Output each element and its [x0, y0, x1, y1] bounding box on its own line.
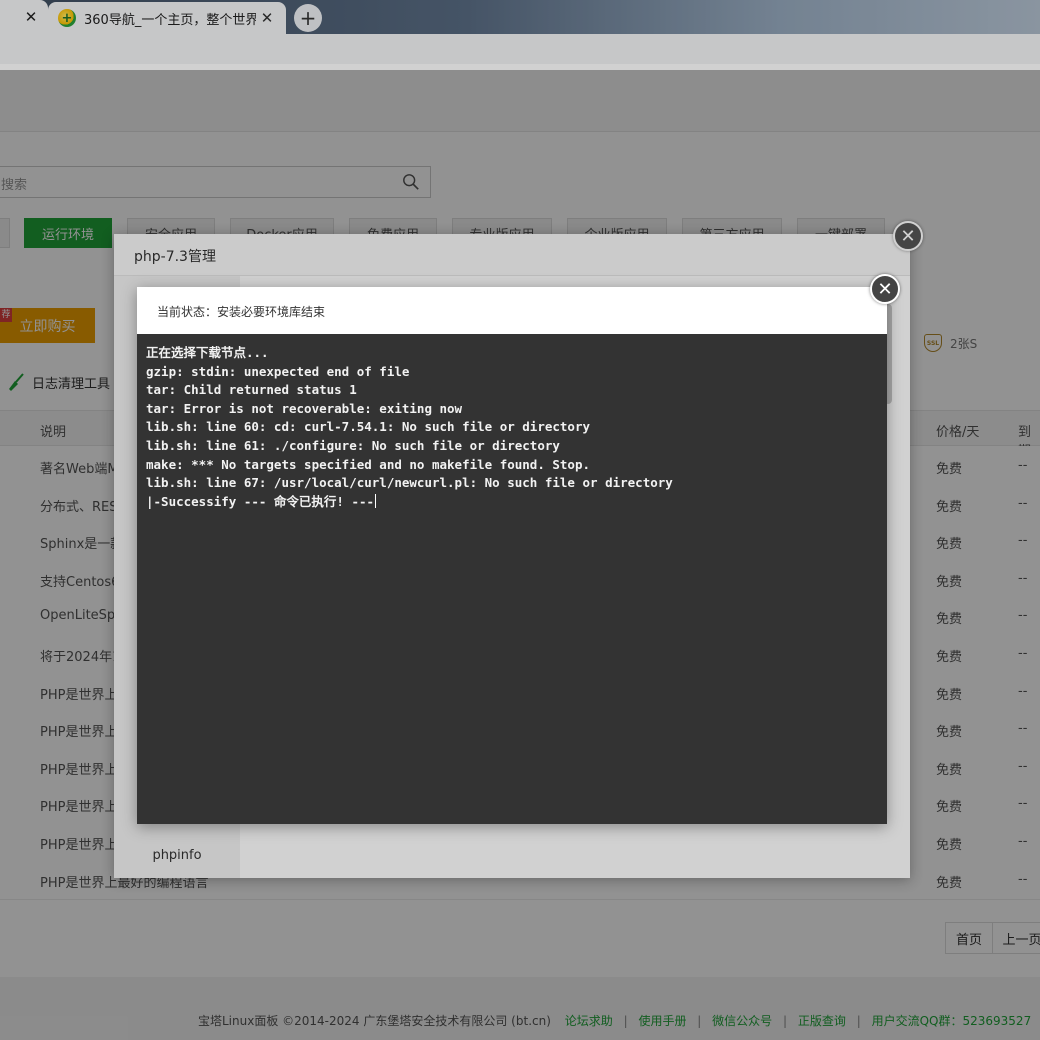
- log-line: |-Successify --- 命令已执行! ---: [146, 493, 377, 509]
- log-line: make: *** No targets specified and no ma…: [146, 456, 591, 472]
- close-icon[interactable]: ✕: [870, 274, 900, 304]
- log-line: tar: Error is not recoverable: exiting n…: [146, 400, 463, 416]
- install-log-dialog: 当前状态：安装必要环境库结束 正在选择下载节点... gzip: stdin: u…: [137, 287, 887, 824]
- log-line: 正在选择下载节点...: [146, 345, 269, 360]
- install-status: 当前状态：安装必要环境库结束: [157, 305, 326, 319]
- terminal-cursor: [375, 493, 377, 508]
- status-bar: 当前状态：安装必要环境库结束: [137, 287, 887, 334]
- log-line: gzip: stdin: unexpected end of file: [146, 363, 410, 379]
- log-line: lib.sh: line 60: cd: curl-7.54.1: No suc…: [146, 419, 591, 435]
- log-line: lib.sh: line 61: ./configure: No such fi…: [146, 437, 560, 453]
- install-log-terminal[interactable]: 正在选择下载节点... gzip: stdin: unexpected end o…: [137, 334, 887, 824]
- log-line: tar: Child returned status 1: [146, 382, 357, 398]
- log-line: lib.sh: line 67: /usr/local/curl/newcurl…: [146, 475, 673, 491]
